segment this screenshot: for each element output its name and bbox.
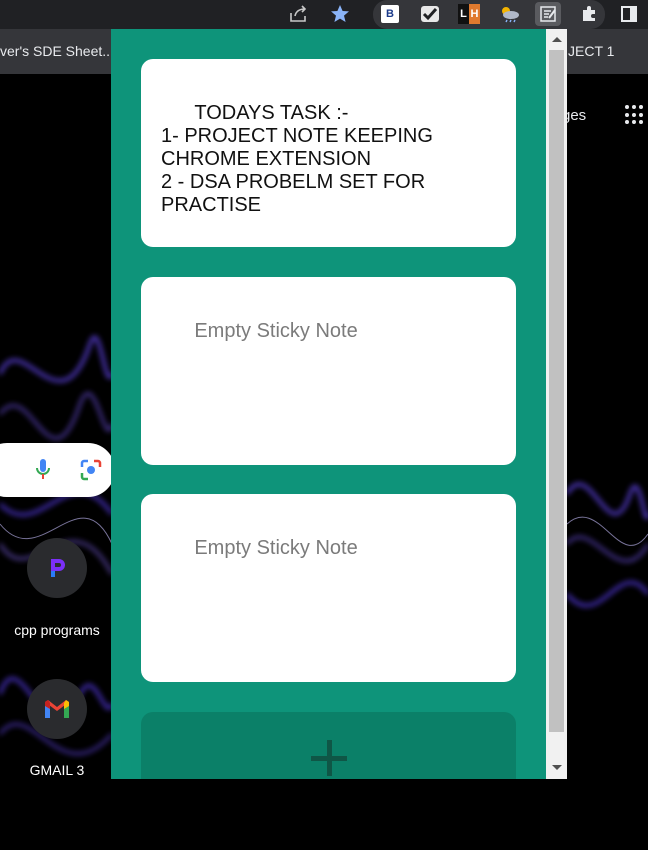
bookmark-project[interactable]: JECT 1 xyxy=(568,43,614,59)
sticky-note[interactable]: Empty Sticky Note xyxy=(141,494,516,682)
share-icon[interactable] xyxy=(286,2,312,26)
bookmark-sde-sheet[interactable]: ver's SDE Sheet.. xyxy=(0,43,110,59)
gmail-icon xyxy=(45,700,69,718)
shortcut-label: cpp programs xyxy=(14,622,100,638)
sticky-note[interactable]: Empty Sticky Note xyxy=(141,277,516,465)
extension-lh-icon[interactable]: LH xyxy=(456,2,482,26)
extensions-pill xyxy=(373,0,605,29)
extension-check-icon[interactable] xyxy=(417,2,443,26)
scroll-thumb[interactable] xyxy=(549,50,564,732)
lens-search-icon[interactable] xyxy=(80,459,102,486)
google-search-box[interactable] xyxy=(0,443,115,497)
add-note-button[interactable] xyxy=(141,712,516,779)
extension-b-icon[interactable]: B xyxy=(377,2,403,26)
sticky-note-placeholder[interactable]: Empty Sticky Note xyxy=(194,320,357,342)
sticky-notes-extension-icon[interactable] xyxy=(535,2,561,26)
screen: B LH ver's SDE Sheet.. JECT 1 ges cpp pr… xyxy=(0,0,648,850)
google-apps-icon[interactable] xyxy=(625,105,645,125)
scroll-up-arrow-icon[interactable] xyxy=(552,37,562,42)
popup-scrollbar[interactable] xyxy=(546,29,567,779)
shortcut-cpp-programs[interactable] xyxy=(27,538,87,598)
sticky-notes-popup: TODAYS TASK :- 1- PROJECT NOTE KEEPING C… xyxy=(111,29,567,779)
scroll-down-arrow-icon[interactable] xyxy=(552,765,562,770)
pcloud-icon xyxy=(51,559,65,577)
puzzle-extensions-icon[interactable] xyxy=(576,2,602,26)
weather-icon[interactable] xyxy=(497,2,523,26)
side-panel-icon[interactable] xyxy=(616,2,642,26)
sticky-note-text[interactable]: TODAYS TASK :- 1- PROJECT NOTE KEEPING C… xyxy=(161,102,438,216)
plus-icon xyxy=(311,740,347,776)
bookmark-star-icon[interactable] xyxy=(327,2,353,26)
shortcut-label: GMAIL 3 xyxy=(29,762,85,778)
sticky-note-placeholder[interactable]: Empty Sticky Note xyxy=(194,537,357,559)
shortcut-gmail[interactable] xyxy=(27,679,87,739)
browser-toolbar: B LH xyxy=(0,0,648,29)
sticky-note[interactable]: TODAYS TASK :- 1- PROJECT NOTE KEEPING C… xyxy=(141,59,516,247)
voice-search-icon[interactable] xyxy=(36,458,50,487)
